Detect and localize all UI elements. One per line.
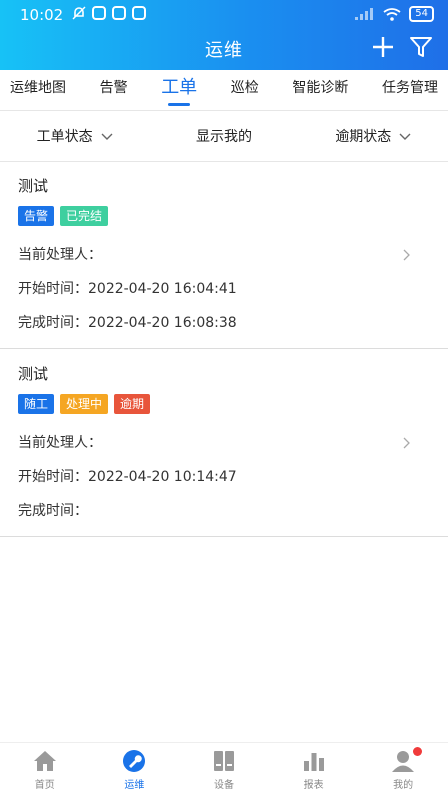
filter-bar: 工单状态 显示我的 逾期状态 <box>0 110 448 162</box>
nav-mine[interactable]: 我的 <box>358 743 448 797</box>
status-notification-icons <box>72 6 146 20</box>
chevron-down-icon <box>399 133 411 140</box>
nav-label: 我的 <box>393 780 414 791</box>
nav-label: 报表 <box>303 780 324 791</box>
start-time-value: 2022-04-20 16:04:41 <box>88 281 237 297</box>
app-notification-icon <box>92 6 106 20</box>
bell-off-icon <box>72 6 86 20</box>
tab-task-management[interactable]: 任务管理 <box>382 70 438 110</box>
start-time-label: 开始时间： <box>18 469 88 485</box>
nav-maintenance[interactable]: 运维 <box>90 743 180 797</box>
end-time-row: 完成时间： <box>18 494 430 528</box>
nav-label: 运维 <box>124 780 145 791</box>
status-time: 10:02 <box>20 6 64 24</box>
handler-row: 当前处理人： <box>18 426 430 460</box>
start-time-value: 2022-04-20 10:14:47 <box>88 469 237 485</box>
user-icon-wrapper <box>390 747 423 773</box>
work-order-card[interactable]: 测试 随工 处理中 逾期 当前处理人： 开始时间：2022-04-20 10:1… <box>0 349 448 537</box>
handler-label: 当前处理人： <box>18 435 102 451</box>
tab-work-order[interactable]: 工单 <box>161 70 197 110</box>
filter-label: 逾期状态 <box>335 129 392 145</box>
chart-icon <box>303 753 324 771</box>
app-notification-icon <box>112 6 126 20</box>
work-order-card[interactable]: 测试 告警 已完结 当前处理人： 开始时间：2022-04-20 16:04:4… <box>0 161 448 349</box>
filter-label: 显示我的 <box>195 129 252 145</box>
filter-show-mine[interactable]: 显示我的 <box>149 126 298 146</box>
chevron-right-icon <box>403 437 410 449</box>
device-icon <box>213 751 234 771</box>
tag-overdue: 逾期 <box>114 394 151 414</box>
notification-dot <box>413 747 423 756</box>
tab-alarm[interactable]: 告警 <box>100 70 128 110</box>
tag-type: 告警 <box>18 206 55 226</box>
handler-row: 当前处理人： <box>18 238 430 272</box>
start-time-label: 开始时间： <box>18 281 88 297</box>
wifi-icon <box>383 7 401 21</box>
bottom-nav: 首页 运维 设备 报表 我的 <box>0 742 448 797</box>
end-time-label: 完成时间： <box>18 315 88 331</box>
chevron-down-icon <box>101 133 113 140</box>
work-order-title: 测试 <box>18 365 49 383</box>
nav-label: 设备 <box>213 780 234 791</box>
work-order-tags: 告警 已完结 <box>18 206 430 226</box>
tab-map[interactable]: 运维地图 <box>10 70 66 110</box>
wrench-icon <box>123 750 146 772</box>
tab-diagnosis[interactable]: 智能诊断 <box>292 70 348 110</box>
start-time-row: 开始时间：2022-04-20 10:14:47 <box>18 460 430 494</box>
app-header: 10:02 54 运维 <box>0 0 448 70</box>
nav-report[interactable]: 报表 <box>269 743 359 797</box>
end-time-label: 完成时间： <box>18 503 88 519</box>
end-time-row: 完成时间：2022-04-20 16:08:38 <box>18 306 430 340</box>
title-bar: 运维 <box>0 28 448 70</box>
filter-icon[interactable] <box>408 34 434 60</box>
nav-label: 首页 <box>34 780 55 791</box>
work-order-list: 测试 告警 已完结 当前处理人： 开始时间：2022-04-20 16:04:4… <box>0 161 448 537</box>
app-notification-icon <box>132 6 146 20</box>
tab-inspection[interactable]: 巡检 <box>231 70 259 110</box>
add-icon[interactable] <box>370 34 396 60</box>
tag-type: 随工 <box>18 394 55 414</box>
category-tabs: 运维地图 告警 工单 巡检 智能诊断 任务管理 <box>0 70 448 110</box>
signal-icon <box>355 8 374 20</box>
nav-device[interactable]: 设备 <box>179 743 269 797</box>
filter-label: 工单状态 <box>36 129 93 145</box>
status-bar: 10:02 54 <box>0 0 448 28</box>
filter-overdue-status[interactable]: 逾期状态 <box>299 126 448 146</box>
home-icon <box>33 751 56 771</box>
start-time-row: 开始时间：2022-04-20 16:04:41 <box>18 272 430 306</box>
tag-status: 处理中 <box>60 394 109 414</box>
handler-label: 当前处理人： <box>18 247 102 263</box>
chevron-right-icon <box>403 249 410 261</box>
tag-status: 已完结 <box>60 206 109 226</box>
nav-home[interactable]: 首页 <box>0 743 90 797</box>
filter-order-status[interactable]: 工单状态 <box>0 126 149 146</box>
status-right-icons: 54 <box>355 6 434 22</box>
battery-icon: 54 <box>409 6 434 22</box>
end-time-value: 2022-04-20 16:08:38 <box>88 315 237 331</box>
work-order-title: 测试 <box>18 177 49 195</box>
work-order-tags: 随工 处理中 逾期 <box>18 394 430 414</box>
